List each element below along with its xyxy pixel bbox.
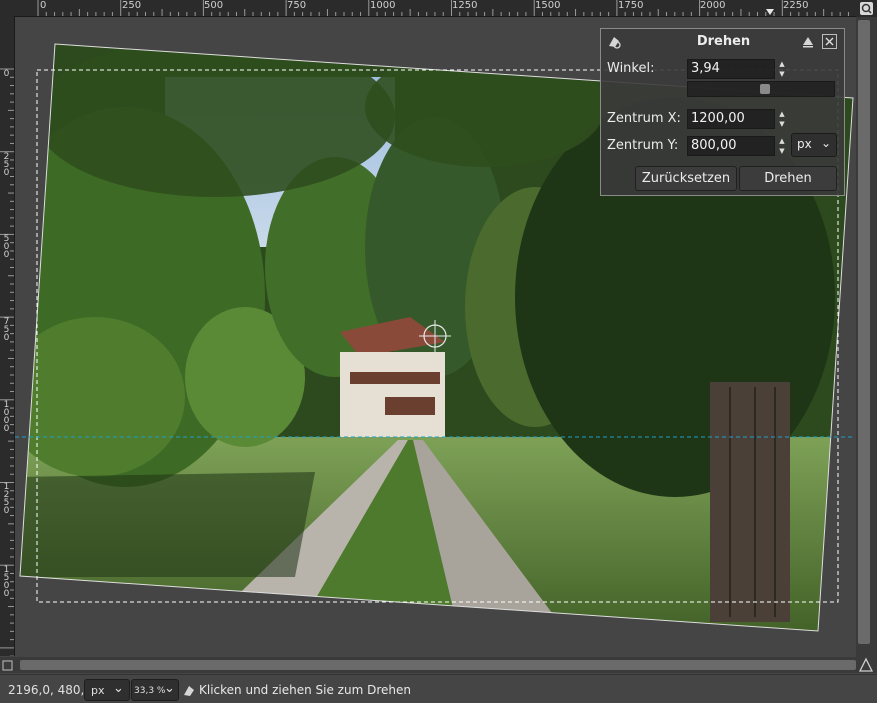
- ruler-top[interactable]: 0 250 500 750 1000 1250 1500 1750 2000 2…: [14, 0, 856, 17]
- center-x-label: Zentrum X:: [607, 111, 681, 126]
- navigate-icon: [860, 2, 873, 15]
- chevron-down-icon: ⌄: [164, 681, 175, 696]
- ruler-left-label: 1000: [3, 400, 10, 434]
- angle-spinner[interactable]: ▲ ▼: [775, 59, 789, 79]
- unit-select[interactable]: px ⌄: [791, 133, 837, 157]
- ruler-left-label: 0: [3, 69, 10, 79]
- ruler-left-label: 1500: [3, 565, 10, 599]
- dialog-title: Drehen: [696, 34, 751, 49]
- zoom-combo-value: 33,3 %: [134, 686, 166, 696]
- pin-icon: [803, 37, 813, 48]
- status-message: Klicken und ziehen Sie zum Drehen: [199, 683, 411, 697]
- zoom-combo[interactable]: 33,3 % ⌄: [131, 679, 179, 701]
- ruler-top-label: 1250: [452, 0, 478, 11]
- center-x-spinner[interactable]: ▲ ▼: [775, 109, 789, 129]
- ruler-top-label: 1750: [618, 0, 644, 11]
- status-bar: 2196,0, 480,0 px ⌄ 33,3 % ⌄ Klicken und …: [0, 674, 877, 703]
- zoom-corner-button[interactable]: [856, 657, 877, 673]
- angle-slider[interactable]: [687, 81, 835, 97]
- ruler-top-label: 250: [122, 0, 142, 11]
- reset-button[interactable]: Zurücksetzen: [635, 166, 737, 191]
- center-y-label: Zentrum Y:: [607, 138, 679, 153]
- zoom-icon: [858, 657, 874, 672]
- rotate-dialog[interactable]: Drehen Winkel: 3,94 ▲ ▼ Zentrum X: 1200,0…: [600, 28, 845, 196]
- pin-button[interactable]: [801, 35, 815, 49]
- pointer-marker-icon: [766, 9, 774, 15]
- ruler-top-label: 1500: [535, 0, 561, 11]
- angle-slider-thumb[interactable]: [760, 84, 771, 94]
- ruler-top-label: 2250: [783, 0, 809, 11]
- unit-combo-value: px: [91, 684, 105, 697]
- pointer-coordinates: 2196,0, 480,0: [8, 683, 92, 697]
- ruler-top-label: 500: [204, 0, 224, 11]
- ruler-left-label: 750: [3, 317, 10, 343]
- ruler-corner: [0, 0, 14, 16]
- ruler-top-label: 0: [40, 0, 47, 11]
- quick-mask-toggle[interactable]: [0, 657, 15, 673]
- close-icon: [825, 37, 834, 46]
- ruler-left-label: 250: [3, 152, 10, 178]
- quick-mask-icon: [2, 660, 13, 671]
- unit-select-value: px: [797, 137, 812, 151]
- ruler-left[interactable]: 0 250 500 750 1000 1250 1500: [0, 16, 15, 656]
- navigate-button[interactable]: [856, 0, 877, 17]
- ruler-left-label: 500: [3, 234, 10, 260]
- ruler-top-label: 1000: [370, 0, 396, 11]
- angle-label: Winkel:: [607, 61, 655, 76]
- center-y-input[interactable]: 800,00: [687, 136, 775, 156]
- ruler-top-label: 2000: [700, 0, 726, 11]
- chevron-down-icon: ⌄: [821, 136, 832, 150]
- ruler-left-label: 1250: [3, 482, 10, 516]
- chevron-down-icon: ⌄: [113, 681, 124, 696]
- rotate-tool-icon: [606, 34, 622, 50]
- unit-combo[interactable]: px ⌄: [84, 679, 130, 701]
- angle-input[interactable]: 3,94: [687, 59, 775, 79]
- rotate-button[interactable]: Drehen: [739, 166, 837, 191]
- rotate-tool-icon: [182, 683, 196, 697]
- close-button[interactable]: [822, 34, 837, 49]
- ruler-top-label: 750: [287, 0, 307, 11]
- center-y-spinner[interactable]: ▲ ▼: [775, 136, 789, 156]
- horizontal-scrollbar-thumb[interactable]: [20, 660, 856, 670]
- vertical-scrollbar-thumb[interactable]: [858, 20, 870, 644]
- center-x-input[interactable]: 1200,00: [687, 109, 775, 129]
